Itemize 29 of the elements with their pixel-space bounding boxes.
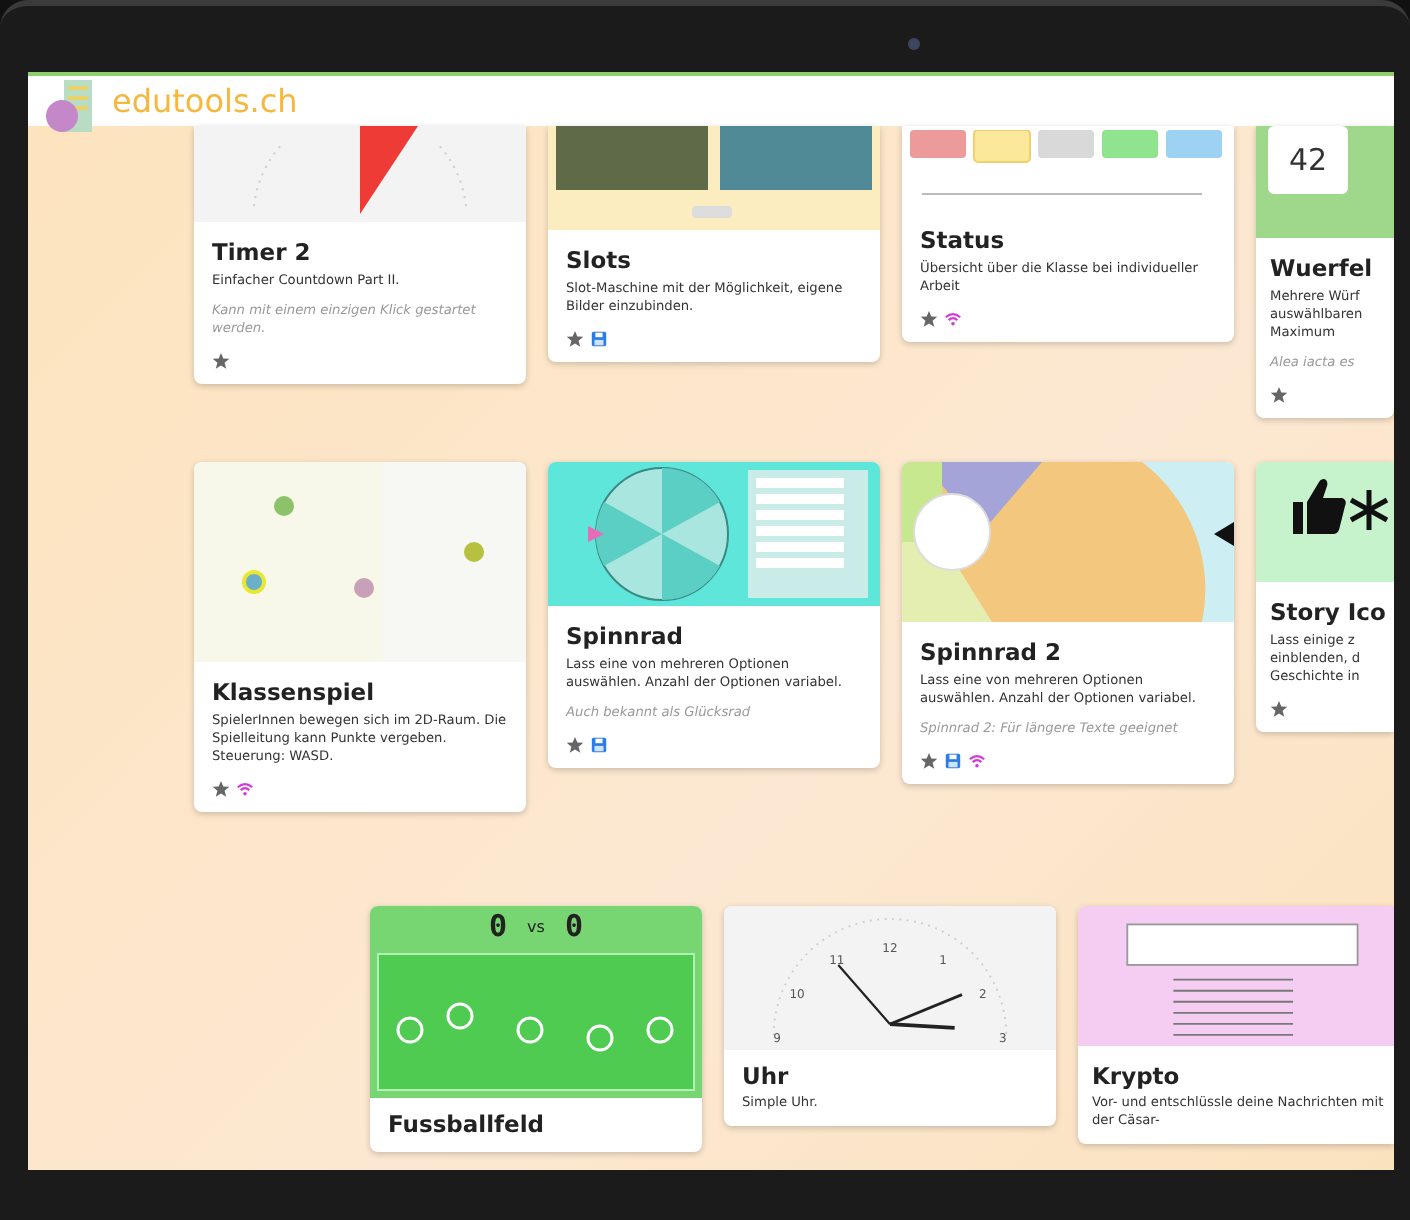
star-icon	[212, 351, 230, 370]
score-right: 0	[564, 908, 583, 944]
wifi-icon	[968, 751, 986, 770]
star-icon	[212, 779, 230, 798]
spin-button[interactable]	[692, 206, 732, 218]
card-title: Klassenspiel	[212, 678, 377, 706]
star-icon	[920, 309, 938, 328]
score-left: 0	[489, 908, 508, 944]
star-icon	[1270, 385, 1288, 404]
card-title: Krypto	[1092, 1062, 1182, 1090]
wifi-icon	[944, 309, 962, 328]
star-icon	[566, 735, 584, 754]
card-title: Status	[920, 226, 1007, 254]
wifi-icon	[236, 779, 254, 798]
camera-icon	[908, 38, 920, 50]
card-title: Spinnrad 2	[920, 638, 1063, 666]
star-icon	[920, 751, 938, 770]
card-title: Uhr	[742, 1062, 791, 1090]
card-title: Fussballfeld	[388, 1110, 547, 1138]
tool-card[interactable]: 0 vs 0 Fussballfeld	[370, 906, 702, 1152]
star-icon	[566, 329, 584, 348]
card-title: Story Ico	[1270, 598, 1388, 626]
card-title: Timer 2	[212, 238, 313, 266]
card-title: Wuerfel	[1270, 254, 1375, 282]
star-icon	[1270, 699, 1288, 718]
card-title: Slots	[566, 246, 633, 274]
versus-label: vs	[527, 917, 545, 935]
card-title: Spinnrad	[566, 622, 685, 650]
die-value: 42	[1268, 126, 1348, 194]
